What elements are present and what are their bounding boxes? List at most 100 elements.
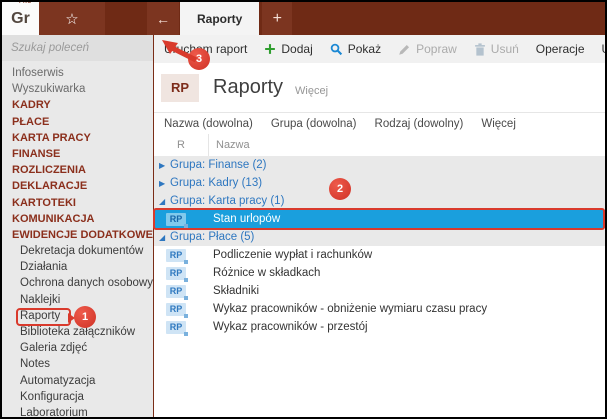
sidebar-item[interactable]: Działania [2,259,153,275]
column-header-nazwa[interactable]: Nazwa [208,134,250,156]
row-label: Wykaz pracowników - przestój [213,321,368,333]
list-item[interactable]: ▶ RP Grupa: Finanse (2) [154,156,605,174]
row-label: Grupa: Płace (5) [170,231,254,243]
report-rp-icon: RP [166,303,186,316]
sidebar-item-label: Dekretacja dokumentów [20,245,143,257]
report-rp-icon: RP [166,267,186,280]
report-rp-icon: RP [166,285,186,298]
sidebar-item[interactable]: Infoserwis [2,65,153,81]
row-label: Wykaz pracowników - obniżenie wymiaru cz… [213,303,487,315]
sidebar-item-label: Konfiguracja [20,391,84,403]
sidebar-item-label: Biblioteka załączników [20,326,135,338]
filter-kind[interactable]: Rodzaj (dowolny) [375,118,464,130]
delete-label: Usuń [491,42,519,56]
annotation-step-1: 1 [74,306,96,328]
back-button[interactable]: ← [147,2,179,35]
column-header-r[interactable]: R [154,134,208,156]
page-title: Raporty [213,76,283,99]
sidebar-item[interactable]: Automatyzacja [2,373,153,389]
show-button[interactable]: Pokaż [330,42,381,56]
list-item[interactable]: RP Różnice w składkach [154,264,605,282]
row-label: Różnice w składkach [213,267,320,279]
sidebar-item[interactable]: Galeria zdjęć [2,340,153,356]
add-button[interactable]: Dodaj [264,42,312,56]
filter-more[interactable]: Więcej [481,118,516,130]
filter-group[interactable]: Grupa (dowolna) [271,118,357,130]
list-item[interactable]: ▶ RP Grupa: Kadry (13) [154,174,605,192]
sidebar-item[interactable]: DEKLARACJE [2,178,153,194]
sidebar-item[interactable]: PŁACE [2,114,153,130]
plus-icon: + [273,10,282,28]
rp-badge-sub-icon [184,332,188,336]
header-more-link[interactable]: Więcej [295,85,328,97]
sidebar-item-label: Raporty [20,310,60,322]
sidebar-item[interactable]: FINANSE [2,146,153,162]
list-item[interactable]: RP Podliczenie wypłat i rachunków [154,246,605,264]
filter-name[interactable]: Nazwa (dowolna) [164,118,253,130]
sidebar-item-label: Infoserwis [12,67,64,79]
delete-button[interactable]: Usuń [474,42,519,56]
expander-icon[interactable]: ◢ [159,233,170,242]
sidebar-item[interactable]: KADRY [2,97,153,113]
new-tab-button[interactable]: + [262,2,292,35]
sidebar-item[interactable]: Wyszukiwarka [2,81,153,97]
sidebar-item[interactable]: ROZLICZENIA [2,162,153,178]
edit-label: Popraw [416,42,457,56]
sidebar-item[interactable]: KOMUNIKACJA [2,211,153,227]
rp-badge-sub-icon [184,296,188,300]
list-item[interactable]: RP Wykaz pracowników - przestój [154,318,605,336]
app-logo[interactable]: Gr PRO [2,2,39,35]
expander-icon[interactable]: ◢ [159,197,170,206]
sidebar-item[interactable]: KARTA PRACY [2,130,153,146]
sidebar-item-label: Działania [20,261,67,273]
expander-icon[interactable]: ▶ [159,179,170,188]
favorites-button[interactable]: Ulubione [602,42,607,56]
sidebar-item-label: Laboratorium [20,407,88,417]
sidebar-item-label: EWIDENCJE DODATKOWE [12,229,153,241]
list-item[interactable]: ◢ RP Grupa: Płace (5) [154,228,605,246]
page-header: RP Raporty Więcej [154,63,605,112]
rp-badge-sub-icon [184,260,188,264]
report-rp-icon: RP [166,249,186,262]
tab-raporty[interactable]: Raporty [180,2,259,35]
sidebar-item-label: Naklejki [20,294,60,306]
pencil-icon [398,43,411,56]
annotation-step-2: 2 [329,178,351,200]
list-item[interactable]: ◢ RP Grupa: Karta pracy (1) [154,192,605,210]
sidebar: Infoserwis Wyszukiwarka KADRY PŁACE KART… [2,35,153,417]
edit-button[interactable]: Popraw [398,42,457,56]
expander-icon[interactable]: ▶ [159,161,170,170]
sidebar-item[interactable]: Laboratorium [2,405,153,417]
sidebar-item[interactable]: Konfiguracja [2,389,153,405]
row-label: Podliczenie wypłat i rachunków [213,249,372,261]
sidebar-search-row [2,35,153,61]
add-plus-icon [264,43,276,55]
trash-icon [474,43,486,56]
row-label: Grupa: Kadry (13) [170,177,262,189]
main-panel: Uruchom raport Dodaj Pokaż [153,35,605,417]
sidebar-item-label: KADRY [12,99,51,111]
search-magnifier-icon [330,43,343,56]
sidebar-item[interactable]: Biblioteka załączników [2,324,153,340]
list-item[interactable]: RP Składniki [154,282,605,300]
operations-button[interactable]: Operacje [536,42,585,56]
back-arrow-icon: ← [156,11,170,27]
sidebar-item-label: Ochrona danych osobowych [20,277,153,289]
list-item[interactable]: RP Stan urlopów [154,210,605,228]
sidebar-item[interactable]: Dekretacja dokumentów [2,243,153,259]
sidebar-item-label: KARTA PRACY [12,132,91,144]
sidebar-item[interactable]: Naklejki [2,292,153,308]
favorites-star-button[interactable]: ☆ [39,2,105,35]
sidebar-item[interactable]: KARTOTEKI [2,195,153,211]
operations-label: Operacje [536,42,585,56]
titlebar-spacer [105,2,147,35]
row-label: Grupa: Karta pracy (1) [170,195,284,207]
sidebar-item-label: KOMUNIKACJA [12,213,95,225]
search-input[interactable] [11,42,153,54]
list-item[interactable]: RP Wykaz pracowników - obniżenie wymiaru… [154,300,605,318]
sidebar-item[interactable]: Notes [2,356,153,372]
sidebar-item[interactable]: EWIDENCJE DODATKOWE [2,227,153,243]
sidebar-item-label: KARTOTEKI [12,197,76,209]
sidebar-item[interactable]: Ochrona danych osobowych [2,275,153,291]
favorites-label: Ulubione [602,42,607,56]
